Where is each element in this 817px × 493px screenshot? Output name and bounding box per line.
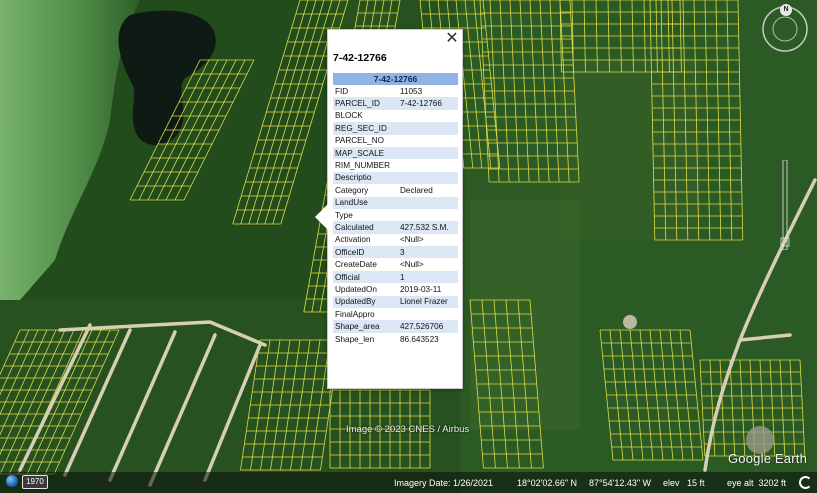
attribute-key: Shape_area <box>333 320 398 333</box>
attribute-value: 427.532 S.M. <box>398 221 458 234</box>
imagery-copyright: Image © 2023 CNES / Airbus <box>346 424 470 435</box>
attribute-key: UpdatedBy <box>333 295 398 309</box>
attribute-value: Declared <box>400 185 433 195</box>
longitude-readout: 87°54'12.43" W <box>589 478 652 488</box>
attribute-key: RIM_NUMBER <box>335 161 391 171</box>
attribute-key: PARCEL_NO <box>335 136 384 146</box>
attribute-key: Type <box>335 210 353 220</box>
loading-icon <box>799 476 812 489</box>
attribute-table-header: 7-42-12766 <box>333 73 458 85</box>
globe-icon[interactable] <box>6 475 18 487</box>
attribute-key: Calculated <box>333 221 398 234</box>
attribute-key: FinalAppro <box>335 309 375 319</box>
elevation-readout: elev 15 ft <box>663 478 705 488</box>
attribute-row: LandUse <box>333 196 458 209</box>
attribute-value: 11053 <box>400 86 423 96</box>
close-icon[interactable]: ✕ <box>445 31 459 47</box>
attribute-value: 427.526706 <box>398 320 458 333</box>
attribute-row: MAP_SCALE <box>333 146 458 160</box>
attribute-row: CreateDate <Null> <box>333 258 458 270</box>
attribute-row: OfficeID 3 <box>333 246 458 259</box>
attribute-key: Descriptio <box>333 171 398 185</box>
attribute-row: RIM_NUMBER <box>333 159 458 171</box>
zoom-thumb[interactable] <box>780 237 790 247</box>
attribute-value <box>398 171 458 185</box>
imagery-date: Imagery Date: 1/26/2021 <box>394 478 494 488</box>
attribute-value <box>398 135 458 147</box>
popup-pointer <box>315 203 329 231</box>
attribute-value: <Null> <box>400 235 424 245</box>
attribute-key: CreateDate <box>335 260 377 270</box>
latitude-readout: 18°02'02.66" N <box>517 478 578 488</box>
attribute-value <box>398 308 458 320</box>
attribute-value <box>398 110 458 122</box>
attribute-value <box>398 209 458 221</box>
attribute-value <box>398 159 458 171</box>
attribute-row: Category Declared <box>333 184 458 196</box>
attribute-value <box>398 122 458 135</box>
attribute-value: <Null> <box>400 260 424 270</box>
attribute-value: Lionel Frazer <box>398 295 458 309</box>
parcel-info-popup: ✕ 7-42-12766 7-42-12766 FID 11053 PARCEL_I… <box>315 29 463 389</box>
eye-altitude-readout: eye alt 3202 ft <box>727 478 787 488</box>
attribute-row: Shape_area 427.526706 <box>333 320 458 333</box>
clearing <box>746 426 774 454</box>
attribute-row: FinalAppro <box>333 308 458 320</box>
clearing <box>623 315 637 329</box>
forest-patch <box>470 200 580 430</box>
attribute-key: FID <box>335 86 349 96</box>
attribute-row: Type <box>333 209 458 221</box>
attribute-key: Shape_len <box>335 334 375 344</box>
attribute-key: BLOCK <box>335 111 363 121</box>
attribute-key: PARCEL_ID <box>333 97 398 110</box>
attribute-key: UpdatedOn <box>335 284 377 294</box>
zoom-slider[interactable] <box>780 160 790 250</box>
attribute-row: FID 11053 <box>333 85 458 97</box>
attribute-key: Activation <box>335 235 371 245</box>
attribute-row: Descriptio <box>333 171 458 185</box>
attribute-key: OfficeID <box>333 246 398 259</box>
attribute-key: REG_SEC_ID <box>333 122 398 135</box>
attribute-key: Official <box>333 270 398 284</box>
attribute-row: Activation <Null> <box>333 234 458 246</box>
attribute-row: PARCEL_NO <box>333 135 458 147</box>
historical-imagery-year[interactable]: 1970 <box>22 475 48 489</box>
attribute-key: Category <box>335 185 369 195</box>
attribute-row: Shape_len 86.643523 <box>333 333 458 345</box>
attribute-key: LandUse <box>333 196 398 209</box>
attribute-row: UpdatedBy Lionel Frazer <box>333 295 458 309</box>
attribute-value: 7-42-12766 <box>398 97 458 110</box>
attribute-value: 3 <box>398 246 458 259</box>
attribute-table: 7-42-12766 FID 11053 PARCEL_ID 7-42-12766 BL… <box>333 73 458 345</box>
attribute-value: 2019-03-11 <box>400 284 442 294</box>
attribute-value <box>398 196 458 209</box>
google-earth-logo: Google Earth <box>728 451 808 466</box>
attribute-value: 1 <box>398 270 458 284</box>
forest-patch <box>560 60 700 240</box>
attribute-row: REG_SEC_ID <box>333 122 458 135</box>
attribute-row: PARCEL_ID 7-42-12766 <box>333 97 458 110</box>
attribute-key: MAP_SCALE <box>333 146 398 160</box>
attribute-value <box>398 146 458 160</box>
north-indicator[interactable]: N <box>780 4 792 16</box>
attribute-row: UpdatedOn 2019-03-11 <box>333 283 458 295</box>
attribute-row: BLOCK <box>333 110 458 122</box>
attribute-row: Calculated 427.532 S.M. <box>333 221 458 234</box>
attribute-row: Official 1 <box>333 270 458 284</box>
popup-title: 7-42-12766 <box>333 52 387 64</box>
attribute-value: 86.643523 <box>400 334 439 344</box>
